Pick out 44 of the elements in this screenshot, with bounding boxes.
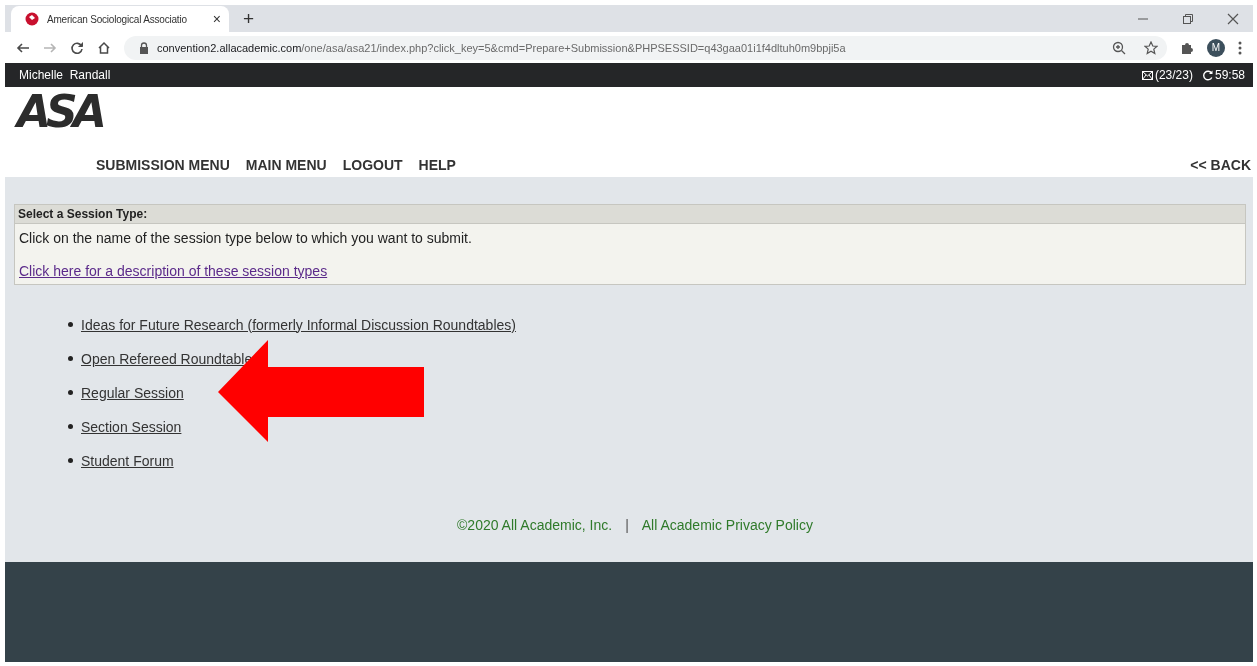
profile-avatar[interactable]: M: [1207, 38, 1225, 57]
panel-title: Select a Session Type:: [15, 205, 1245, 224]
nav-link[interactable]: LOGOUT: [342, 157, 403, 173]
close-icon[interactable]: [1227, 12, 1239, 25]
close-tab-button[interactable]: ×: [212, 11, 221, 27]
session-timer: 59:58: [1214, 68, 1245, 82]
restore-icon[interactable]: [1182, 12, 1194, 25]
bullet: [68, 356, 73, 361]
puzzle-icon[interactable]: [1180, 40, 1194, 55]
home-icon[interactable]: [97, 40, 111, 55]
session-type-link[interactable]: Open Refereed Roundtable: [81, 350, 253, 367]
bullet: [68, 458, 73, 463]
nav-link[interactable]: MAIN MENU: [245, 157, 327, 173]
nav-link[interactable]: SUBMISSION MENU: [96, 157, 230, 173]
address-bar[interactable]: convention2.allacademic.com/one/asa/asa21/index.php?click_key=5&cmd=Prepare+Submission&PHPSESSID=q43gaa01i1f4dltuh0m9bpji5a: [124, 35, 1167, 60]
message-count[interactable]: (23/23): [1154, 68, 1193, 82]
session-type-link[interactable]: Regular Session: [81, 384, 184, 401]
bullet: [68, 390, 73, 395]
more-menu-icon[interactable]: [1238, 40, 1242, 55]
session-type-link[interactable]: Student Forum: [81, 452, 174, 469]
separator: |: [625, 517, 629, 533]
new-tab-button[interactable]: +: [243, 9, 255, 29]
back-arrow-icon[interactable]: [16, 40, 30, 55]
tab-title: American Sociological Associatio: [47, 13, 188, 25]
envelope-icon[interactable]: [1141, 70, 1153, 80]
lock-icon: [139, 41, 149, 54]
bullet: [68, 424, 73, 429]
refresh-icon: [1201, 69, 1213, 81]
back-link[interactable]: << BACK: [1190, 157, 1251, 173]
session-type-link[interactable]: Section Session: [81, 418, 182, 435]
bullet: [68, 322, 73, 327]
instruction-text: Click on the name of the session type below to which you want to submit.: [19, 230, 472, 246]
browser-tab[interactable]: American Sociological Associatio ×: [11, 6, 229, 32]
description-link[interactable]: Click here for a description of these session types: [19, 263, 328, 279]
favicon-icon: [25, 12, 39, 26]
copyright-text: ©2020 All Academic, Inc.: [457, 517, 613, 533]
nav-link[interactable]: HELP: [418, 157, 456, 173]
zoom-icon[interactable]: [1112, 40, 1126, 55]
reload-icon[interactable]: [70, 40, 84, 55]
star-icon[interactable]: [1144, 40, 1158, 55]
url-text: convention2.allacademic.com/one/asa/asa21/index.php?click_key=5&cmd=Prepare+Submission&PHPSESSID=q43gaa01i1f4dltuh0m9bpji5a: [157, 41, 847, 54]
session-type-link[interactable]: Ideas for Future Research (formerly Informal Discussion Roundtables): [81, 316, 516, 333]
privacy-link[interactable]: All Academic Privacy Policy: [641, 517, 813, 533]
user-name: Michelle Randall: [19, 68, 111, 82]
